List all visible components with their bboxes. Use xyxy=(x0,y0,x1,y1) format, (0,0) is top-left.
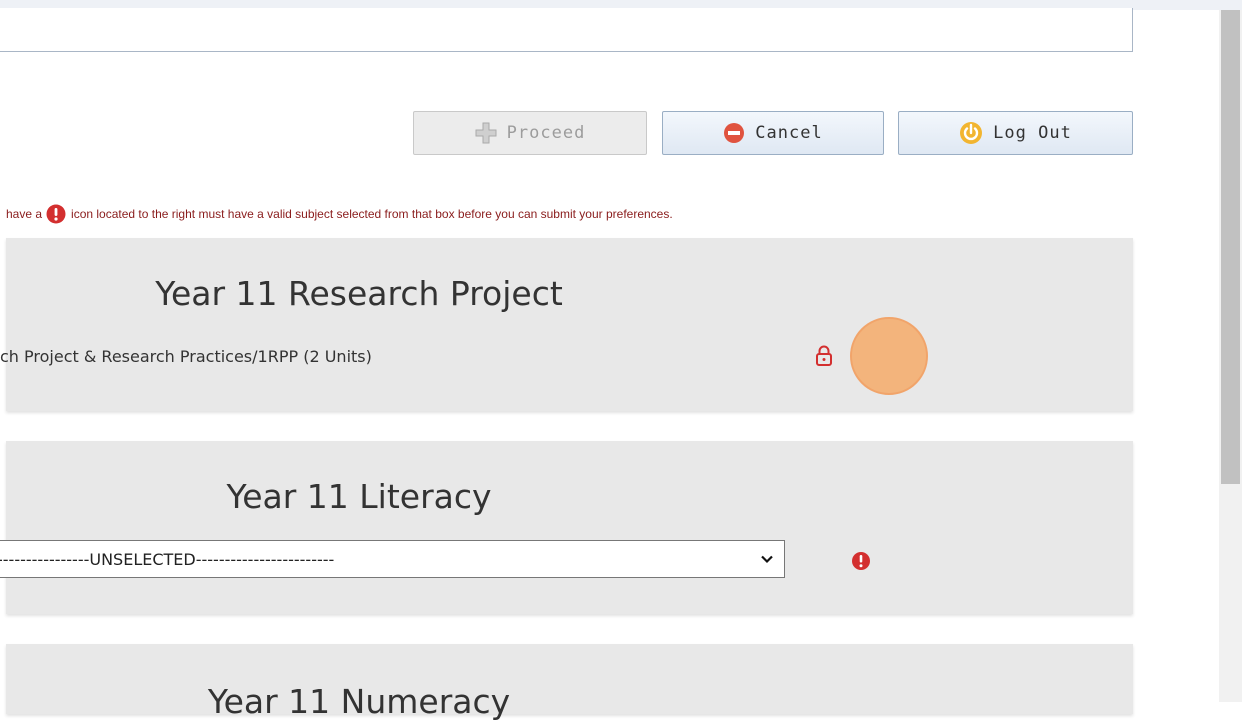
cancel-icon xyxy=(723,122,745,144)
validation-notice: have a icon located to the right must ha… xyxy=(6,204,673,224)
section-title: Year 11 Literacy xyxy=(226,477,492,516)
warning-icon xyxy=(851,551,871,575)
lock-icon xyxy=(814,344,834,372)
plus-icon xyxy=(475,122,497,144)
chevron-down-icon xyxy=(760,551,774,570)
proceed-label: Proceed xyxy=(506,123,586,143)
scrollbar-thumb[interactable] xyxy=(1221,10,1240,484)
logout-button[interactable]: Log Out xyxy=(898,111,1133,155)
logout-label: Log Out xyxy=(993,123,1072,143)
warning-icon xyxy=(46,204,66,224)
locked-subject: ch Project & Research Practices/1RPP (2 … xyxy=(0,347,372,366)
select-value: ----------------UNSELECTED--------------… xyxy=(0,549,335,569)
cancel-label: Cancel xyxy=(755,123,823,143)
literacy-panel: Year 11 Literacy ----------------UNSELEC… xyxy=(0,441,1133,614)
section-title: Year 11 Research Project xyxy=(155,274,563,313)
power-icon xyxy=(959,121,983,145)
research-project-panel: Year 11 Research Project ch Project & Re… xyxy=(0,238,1133,411)
cancel-button[interactable]: Cancel xyxy=(662,111,884,155)
notice-suffix: icon located to the right must have a va… xyxy=(71,207,673,221)
comments-textarea[interactable] xyxy=(0,8,1133,52)
proceed-button[interactable]: Proceed xyxy=(413,111,647,155)
literacy-select[interactable]: ----------------UNSELECTED--------------… xyxy=(0,540,785,578)
numeracy-panel: Year 11 Numeracy xyxy=(6,644,1133,721)
click-highlight xyxy=(850,317,928,395)
notice-prefix: have a xyxy=(6,207,43,221)
